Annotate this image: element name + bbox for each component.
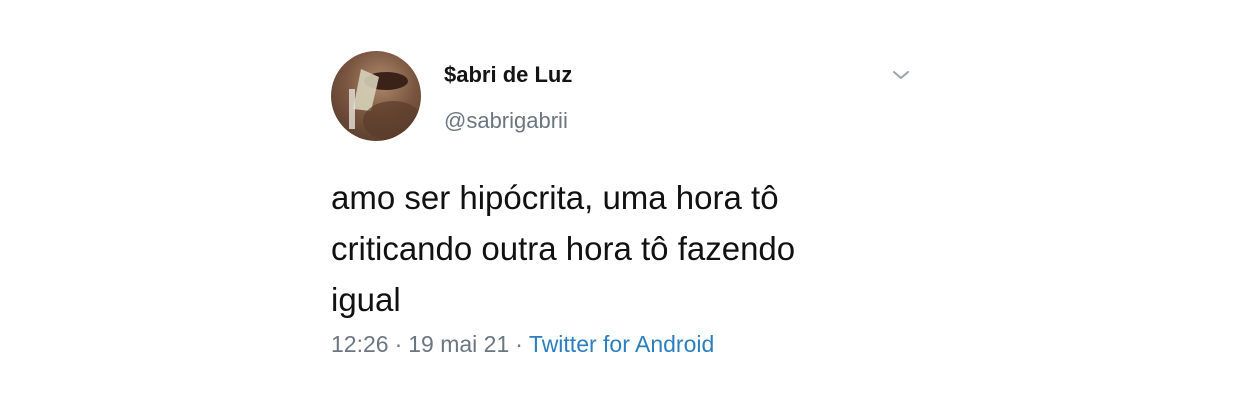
tweet-text-line: criticando outra hora tô fazendo — [331, 230, 796, 267]
tweet-text: amo ser hipócrita, uma hora tô criticand… — [331, 172, 931, 325]
tweet-time[interactable]: 12:26 — [331, 331, 389, 357]
tweet-metadata: 12:26 · 19 mai 21 · Twitter for Android — [331, 331, 714, 358]
user-handle[interactable]: @sabrigabrii — [444, 108, 568, 134]
chevron-down-icon[interactable] — [890, 66, 912, 84]
display-name[interactable]: $abri de Luz — [444, 62, 572, 88]
avatar[interactable] — [331, 51, 421, 141]
tweet-source-link[interactable]: Twitter for Android — [529, 331, 714, 357]
separator-dot: · — [394, 331, 403, 357]
separator-dot: · — [515, 331, 523, 357]
tweet-date[interactable]: 19 mai 21 — [408, 331, 509, 357]
tweet-text-line: igual — [331, 281, 401, 318]
tweet-card: $abri de Luz @sabrigabrii amo ser hipócr… — [0, 0, 1242, 413]
avatar-image — [349, 69, 421, 141]
tweet-text-line: amo ser hipócrita, uma hora tô — [331, 179, 779, 216]
